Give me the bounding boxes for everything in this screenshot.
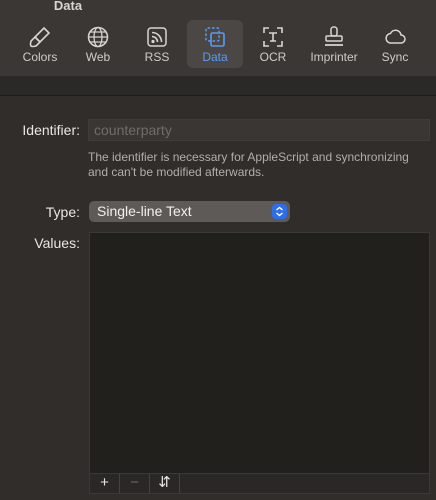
brush-icon (29, 26, 51, 48)
stamp-icon (325, 26, 343, 46)
tab-web[interactable]: Web (70, 20, 126, 68)
chevron-updown-icon (272, 204, 287, 219)
values-button-bar: + − ⇵ (89, 474, 430, 494)
rss-icon (147, 27, 167, 47)
type-popup-value: Single-line Text (97, 203, 192, 219)
tab-sync[interactable]: Sync (367, 20, 423, 68)
add-value-button[interactable]: + (90, 474, 120, 493)
sort-values-button[interactable]: ⇵ (150, 474, 180, 493)
type-label: Type: (45, 204, 80, 220)
type-popup-button[interactable]: Single-line Text (89, 201, 290, 222)
values-label: Values: (34, 235, 80, 251)
globe-icon (87, 26, 109, 48)
identifier-label: Identifier: (22, 122, 80, 138)
remove-value-button[interactable]: − (120, 474, 150, 493)
preferences-toolbar: Data Colors Web RSS Data OCR Imprinter S… (0, 0, 436, 76)
window-title: Data (53, 0, 83, 13)
ocr-icon (263, 27, 283, 47)
data-copy-icon (205, 27, 225, 47)
identifier-help-text: The identifier is necessary for AppleScr… (88, 150, 409, 179)
values-list[interactable] (89, 232, 430, 474)
tab-ocr[interactable]: OCR (245, 20, 301, 68)
cloud-icon (385, 29, 406, 44)
identifier-field: counterparty (88, 119, 430, 141)
tab-label: Sync (381, 50, 409, 64)
tab-imprinter[interactable]: Imprinter (306, 20, 362, 68)
toolbar-divider (0, 76, 436, 96)
